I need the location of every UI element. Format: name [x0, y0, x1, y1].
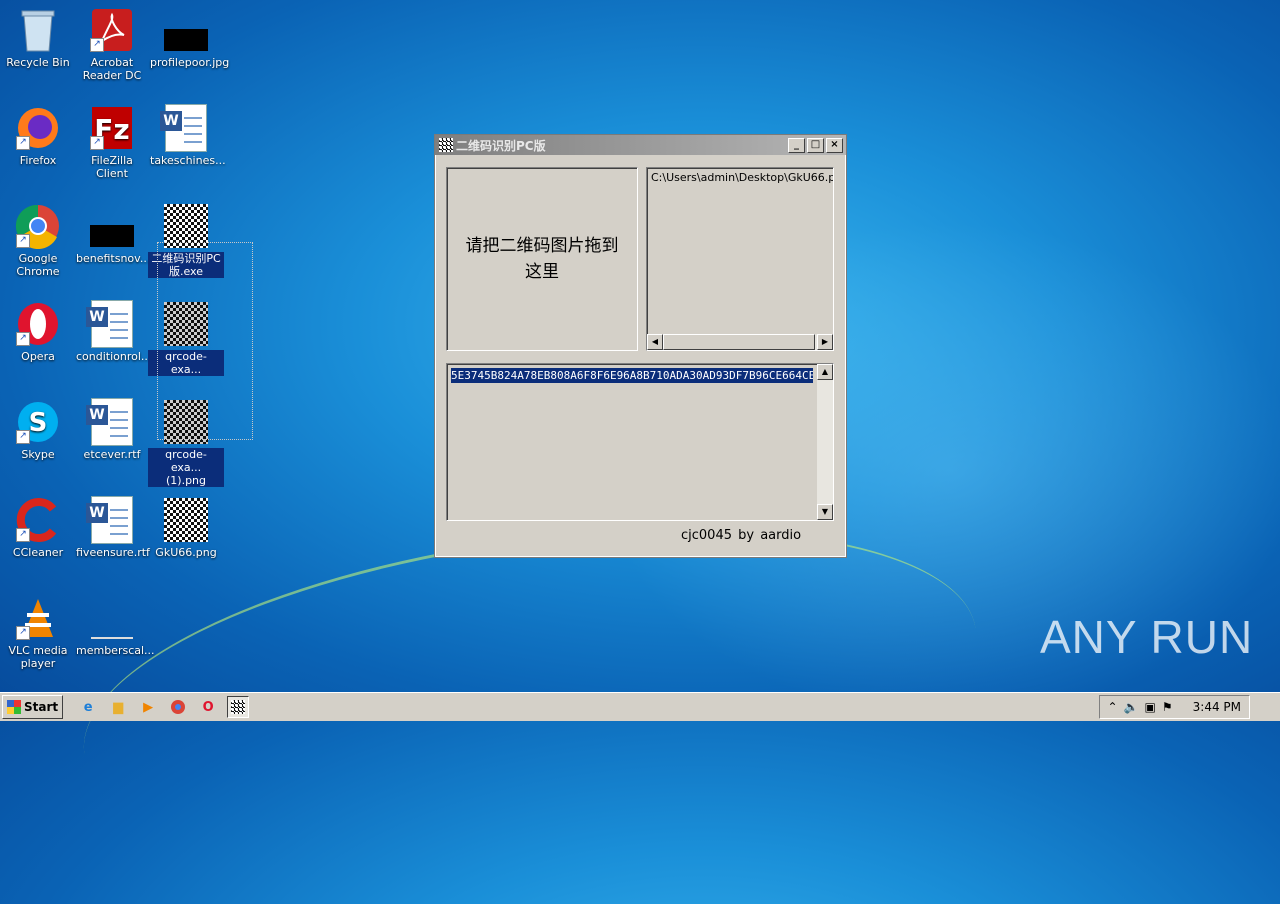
windows-flag-icon — [7, 700, 21, 714]
result-text[interactable]: 5E3745B824A78EB808A6F8F6E96A8B710ADA30AD… — [451, 368, 813, 383]
explorer-folder-icon[interactable]: ▆ — [107, 696, 129, 718]
shortcut-arrow-icon: ↗ — [16, 332, 30, 346]
filezilla-icon: Fz ↗ — [88, 104, 136, 152]
desktop-icon-filezilla[interactable]: Fz ↗ FileZilla Client — [74, 104, 150, 180]
qr-code-icon — [162, 496, 210, 544]
word-document-icon: W — [86, 300, 136, 348]
drop-text-line1: 请把二维码图片拖到 — [465, 236, 619, 256]
ie-icon[interactable]: e — [77, 696, 99, 718]
desktop-icon-skype[interactable]: S ↗ Skype — [0, 398, 76, 461]
horizontal-scrollbar[interactable]: ◀ ▶ — [647, 334, 833, 350]
anyrun-watermark: ANY RUN — [1040, 611, 1254, 663]
shortcut-arrow-icon: ↗ — [90, 38, 104, 52]
firefox-icon: ↗ — [14, 104, 62, 152]
window-title: 二维码识别PC版 — [456, 138, 546, 153]
chrome-taskbar-icon[interactable] — [167, 696, 189, 718]
desktop-icon-opera[interactable]: ↗ Opera — [0, 300, 76, 363]
word-document-icon: W — [86, 496, 136, 544]
word-document-icon: W — [86, 398, 136, 446]
result-textarea[interactable]: 5E3745B824A78EB808A6F8F6E96A8B710ADA30AD… — [446, 363, 834, 521]
desktop-icon-takeschines[interactable]: W takeschines... — [148, 104, 226, 167]
opera-icon: ↗ — [14, 300, 62, 348]
word-document-icon: W — [160, 104, 210, 152]
scroll-right-icon[interactable]: ▶ — [817, 334, 833, 350]
desktop-icon-conditionrol[interactable]: W conditionrol... — [74, 300, 151, 363]
ccleaner-icon: ↗ — [14, 496, 62, 544]
recycle-bin-icon — [14, 6, 62, 54]
desktop-icon-vlc[interactable]: ↗ VLC media player — [0, 594, 76, 670]
acrobat-icon: ↗ — [88, 6, 136, 54]
drop-zone[interactable]: 请把二维码图片拖到 这里 — [446, 167, 638, 351]
qr-recognizer-window[interactable]: 二维码识别PC版 _ □ × 请把二维码图片拖到 这里 C:\Users\adm… — [434, 134, 847, 558]
shortcut-arrow-icon: ↗ — [16, 430, 30, 444]
scroll-thumb[interactable] — [663, 334, 815, 350]
clock[interactable]: 3:44 PM — [1193, 700, 1241, 714]
desktop-icon-benefitsnov[interactable]: benefitsnov... — [74, 202, 150, 265]
file-path-list[interactable]: C:\Users\admin\Desktop\GkU66.p ◀ ▶ — [646, 167, 834, 351]
media-player-icon[interactable]: ▶ — [137, 696, 159, 718]
desktop-icon-firefox[interactable]: ↗ Firefox — [0, 104, 76, 167]
chrome-icon: ↗ — [14, 202, 62, 250]
desktop-icon-memberscal[interactable]: memberscal... — [74, 594, 155, 657]
desktop-icon-profilepoor[interactable]: profilepoor.jpg — [148, 6, 229, 69]
taskbar: Start e ▆ ▶ O ⌃ 🔈 ▣ ⚑ 3:44 PM — [0, 692, 1280, 721]
drag-selection-rectangle — [157, 242, 253, 440]
desktop-icon-gku66[interactable]: GkU66.png — [148, 496, 224, 559]
shortcut-arrow-icon: ↗ — [90, 136, 104, 150]
desktop-icon-chrome[interactable]: ↗ Google Chrome — [0, 202, 76, 278]
shortcut-arrow-icon: ↗ — [16, 234, 30, 248]
desktop-icon-acrobat[interactable]: ↗ Acrobat Reader DC — [74, 6, 150, 82]
desktop-icon-ccleaner[interactable]: ↗ CCleaner — [0, 496, 76, 559]
scroll-down-icon[interactable]: ▼ — [817, 504, 833, 520]
maximize-button[interactable]: □ — [807, 137, 824, 153]
image-file-icon — [162, 6, 210, 54]
desktop-icon-etcever[interactable]: W etcever.rtf — [74, 398, 150, 461]
image-file-icon — [88, 202, 136, 250]
skype-icon: S ↗ — [14, 398, 62, 446]
image-file-icon — [88, 594, 136, 642]
start-label: Start — [24, 700, 59, 714]
action-center-flag-icon[interactable]: ⚑ — [1162, 700, 1173, 714]
vlc-icon: ↗ — [14, 594, 62, 642]
qr-app-icon — [439, 138, 453, 152]
desktop-icon-fiveensure[interactable]: W fiveensure.rtf — [74, 496, 150, 559]
shortcut-arrow-icon: ↗ — [16, 528, 30, 542]
close-button[interactable]: × — [826, 137, 843, 153]
scroll-left-icon[interactable]: ◀ — [647, 334, 663, 350]
shortcut-arrow-icon: ↗ — [16, 136, 30, 150]
tray-expand-icon[interactable]: ⌃ — [1108, 700, 1118, 714]
vertical-scrollbar[interactable]: ▲ ▼ — [817, 364, 833, 520]
network-icon[interactable]: ▣ — [1145, 700, 1156, 714]
footer-credit: cjc0045 by aardio — [681, 528, 802, 543]
shortcut-arrow-icon: ↗ — [16, 626, 30, 640]
svg-text:S: S — [29, 408, 48, 438]
file-path-text: C:\Users\admin\Desktop\GkU66.p — [651, 171, 834, 184]
opera-taskbar-icon[interactable]: O — [197, 696, 219, 718]
qr-app-taskbar-icon[interactable] — [227, 696, 250, 718]
start-button[interactable]: Start — [2, 695, 64, 719]
drop-text-line2: 这里 — [525, 262, 559, 282]
scroll-up-icon[interactable]: ▲ — [817, 364, 833, 380]
system-tray: ⌃ 🔈 ▣ ⚑ 3:44 PM — [1098, 695, 1250, 719]
minimize-button[interactable]: _ — [788, 137, 805, 153]
desktop-icon-recycle-bin[interactable]: Recycle Bin — [0, 6, 76, 69]
window-titlebar[interactable]: 二维码识别PC版 _ □ × — [435, 135, 846, 155]
volume-icon[interactable]: 🔈 — [1124, 700, 1139, 714]
